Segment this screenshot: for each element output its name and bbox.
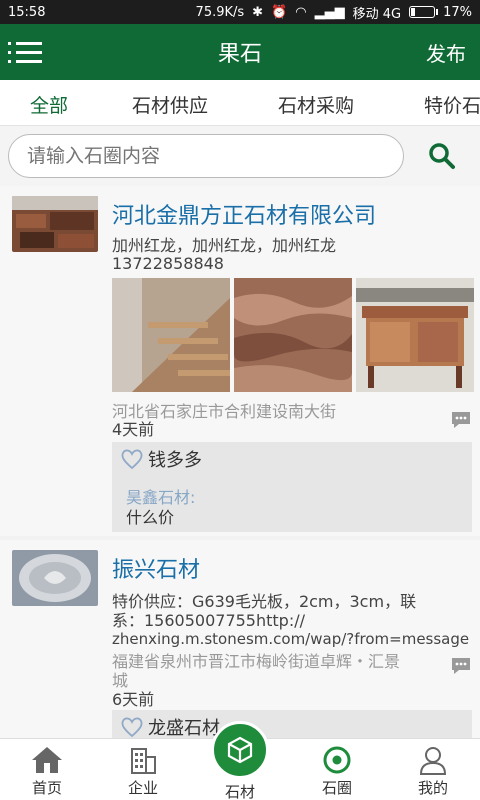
home-icon bbox=[32, 747, 62, 773]
post-description: 系：15605007755http:// bbox=[112, 611, 305, 630]
post-link[interactable]: zhenxing.m.stonesm.com/wap/?from=message bbox=[112, 630, 469, 649]
company-avatar bbox=[12, 196, 98, 252]
target-icon bbox=[323, 746, 351, 774]
wifi-icon: ◠ bbox=[295, 4, 307, 20]
nav-mine[interactable]: 我的 bbox=[398, 745, 468, 798]
app-bar: 果石 发布 bbox=[0, 24, 480, 80]
bluetooth-icon: ✱ bbox=[252, 4, 264, 20]
like-row: 龙盛石材 bbox=[120, 714, 220, 738]
heart-icon[interactable] bbox=[120, 716, 144, 738]
battery-percent: 17% bbox=[443, 4, 472, 20]
feed-list: 河北金鼎方正石材有限公司 加州红龙，加州红龙，加州红龙 13722858848 bbox=[0, 186, 480, 738]
company-name[interactable]: 河北金鼎方正石材有限公司 bbox=[112, 198, 376, 230]
post-photo[interactable] bbox=[356, 278, 474, 392]
feed-post[interactable]: 振兴石材 特价供应：G639毛光板，2cm，3cm，联 系：1560500775… bbox=[0, 540, 480, 738]
nav-label: 石圈 bbox=[321, 779, 352, 797]
nav-stone-circle[interactable]: 石圈 bbox=[302, 745, 372, 798]
like-row: 钱多多 bbox=[120, 446, 202, 472]
post-phone[interactable]: 13722858848 bbox=[112, 254, 224, 273]
signal-icon: ▂▄▆ bbox=[314, 4, 345, 20]
tab-stone-supply[interactable]: 石材供应 bbox=[132, 91, 208, 118]
nav-enterprise[interactable]: 企业 bbox=[108, 745, 178, 798]
post-products: 加州红龙，加州红龙，加州红龙 bbox=[112, 236, 337, 255]
post-replies: 钱多多 昊鑫石材: 什么价 bbox=[112, 442, 472, 532]
reply-text: 什么价 bbox=[126, 508, 175, 527]
status-bar: 15:58 75.9K/s ✱ ⏰ ◠ ▂▄▆ 移动 4G 17% bbox=[0, 0, 480, 24]
cube-icon bbox=[227, 736, 253, 764]
search-bar bbox=[0, 126, 480, 186]
bottom-nav: 首页 企业 石材 石圈 我的 bbox=[0, 721, 480, 800]
building-icon bbox=[131, 748, 156, 774]
nav-stone-button[interactable] bbox=[211, 721, 269, 779]
feed-post[interactable]: 河北金鼎方正石材有限公司 加州红龙，加州红龙，加州红龙 13722858848 bbox=[0, 186, 480, 536]
publish-button[interactable]: 发布 bbox=[426, 38, 466, 67]
status-time: 15:58 bbox=[8, 4, 46, 20]
post-time: 6天前 bbox=[112, 690, 155, 709]
post-address: 河北省石家庄市合利建设南大街 bbox=[112, 402, 337, 421]
like-user[interactable]: 龙盛石材 bbox=[148, 714, 220, 738]
nav-home[interactable]: 首页 bbox=[12, 745, 82, 798]
post-photo[interactable] bbox=[112, 278, 230, 392]
comment-icon[interactable] bbox=[450, 656, 472, 676]
company-name[interactable]: 振兴石材 bbox=[112, 552, 200, 584]
post-address: 福建省泉州市晋江市梅岭街道卓辉・汇景 bbox=[112, 652, 401, 671]
search-input[interactable] bbox=[8, 134, 404, 178]
person-icon bbox=[419, 747, 447, 775]
nav-label: 我的 bbox=[417, 779, 448, 797]
company-avatar bbox=[12, 550, 98, 606]
nav-label: 首页 bbox=[31, 779, 62, 797]
heart-icon[interactable] bbox=[120, 448, 144, 470]
page-title: 果石 bbox=[217, 42, 262, 67]
nav-stone-label[interactable]: 石材 bbox=[205, 781, 275, 800]
comment-icon[interactable] bbox=[450, 410, 472, 430]
post-address: 城 bbox=[112, 671, 129, 690]
post-time: 4天前 bbox=[112, 420, 155, 439]
alarm-icon: ⏰ bbox=[271, 4, 288, 20]
category-tabs: 全部 石材供应 石材采购 特价石 bbox=[0, 80, 480, 126]
tab-special-price[interactable]: 特价石 bbox=[424, 91, 480, 118]
post-replies: 龙盛石材 bbox=[112, 710, 472, 738]
tab-stone-purchase[interactable]: 石材采购 bbox=[278, 91, 354, 118]
search-icon[interactable] bbox=[428, 142, 456, 170]
like-user[interactable]: 钱多多 bbox=[148, 446, 202, 472]
tab-all[interactable]: 全部 bbox=[30, 91, 68, 118]
post-photo[interactable] bbox=[234, 278, 352, 392]
net-speed: 75.9K/s bbox=[195, 4, 245, 20]
battery-icon bbox=[409, 6, 439, 18]
carrier: 移动 4G bbox=[352, 6, 402, 22]
nav-label: 企业 bbox=[127, 779, 158, 797]
post-description: 特价供应：G639毛光板，2cm，3cm，联 bbox=[112, 592, 417, 611]
